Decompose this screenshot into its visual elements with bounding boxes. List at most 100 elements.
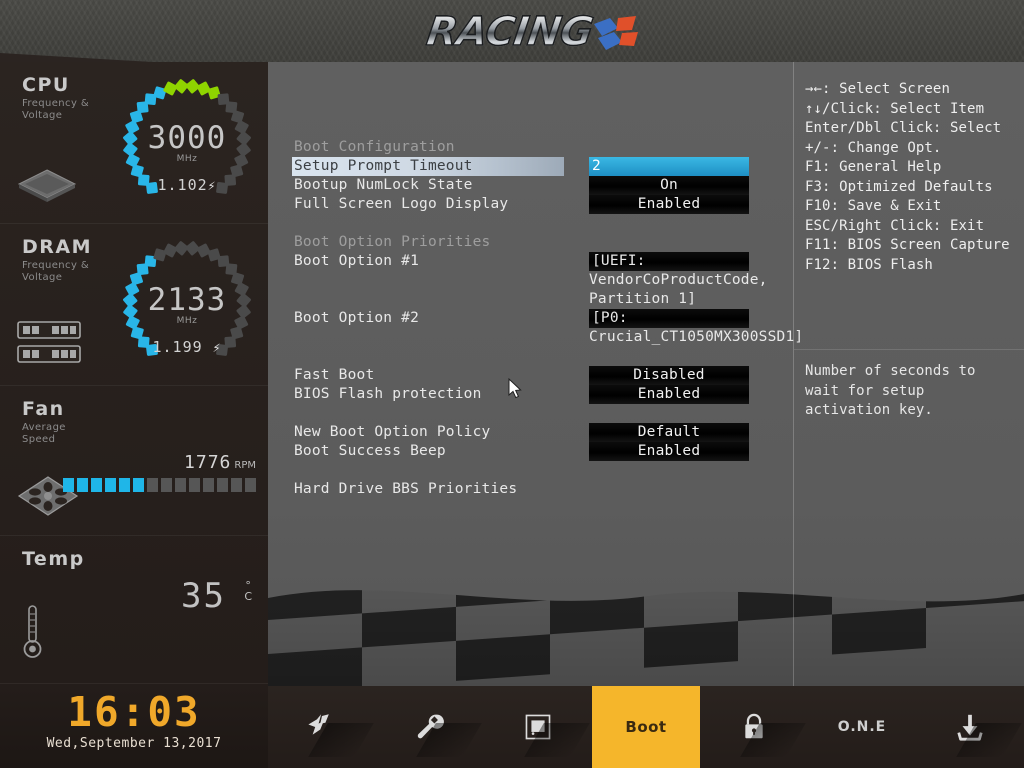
menu-section-header: Boot Option Priorities	[294, 234, 491, 250]
fan-subtitle-l1: Average	[22, 422, 66, 433]
dram-frequency-unit: MHz	[176, 316, 198, 326]
help-key-line: F3: Optimized Defaults	[805, 178, 993, 195]
help-key-line: F11: BIOS Screen Capture	[805, 237, 1010, 253]
menu-spacer	[292, 404, 592, 423]
fan-bar	[231, 478, 242, 492]
monitor-section-dram: DRAM Frequency & Voltage 2133 MHz 1.199 …	[0, 224, 268, 386]
menu-value-row: Disabled	[589, 366, 799, 385]
menu-value-row: On	[589, 176, 799, 195]
fan-subtitle-l2: Speed	[22, 434, 56, 445]
cpu-subtitle-l1: Frequency &	[22, 98, 90, 109]
menu-value-box[interactable]: Enabled	[589, 385, 749, 404]
nav-tab-one[interactable]: O.N.E	[808, 686, 916, 768]
nav-tab-boot[interactable]: Boot	[592, 686, 700, 768]
fan-bar	[105, 478, 116, 492]
cpu-title: CPU	[22, 74, 70, 96]
clock-date: Wed,September 13,2017	[46, 736, 222, 751]
dram-gauge: 2133 MHz 1.199 ⚡	[112, 230, 262, 380]
menu-item[interactable]: Boot Success Beep	[292, 442, 592, 461]
cpu-subtitle: Frequency & Voltage	[22, 98, 89, 122]
fan-bar	[119, 478, 130, 492]
menu-value-row: Enabled	[589, 442, 799, 461]
menu-value-text[interactable]: [P0:	[589, 309, 749, 328]
nav-tab-label: Boot	[625, 718, 667, 736]
fan-bar	[189, 478, 200, 492]
fan-bar	[63, 478, 74, 492]
menu-item[interactable]: New Boot Option Policy	[292, 423, 592, 442]
menu-item[interactable]: Setup Prompt Timeout	[292, 157, 564, 176]
monitor-section-cpu: CPU Frequency & Voltage 3000 MHz 1.102⚡	[0, 62, 268, 224]
boot-settings-values: 2 On Enabled [UEFI: VendorCoProductCode, Part…	[589, 138, 804, 499]
menu-value-text[interactable]: [UEFI:	[589, 252, 749, 271]
menu-value-row: [UEFI:	[589, 252, 799, 271]
menu-value-row	[589, 404, 799, 423]
help-key-line: F12: BIOS Flash	[805, 256, 933, 273]
help-description: Number of seconds to wait for setup activa…	[805, 362, 1017, 421]
nav-tab-chipset[interactable]	[484, 686, 592, 768]
fan-bar	[91, 478, 102, 492]
help-key-line: Enter/Dbl Click: Select	[805, 120, 1002, 136]
nav-tab-saveexit[interactable]	[916, 686, 1024, 768]
cpu-subtitle-l2: Voltage	[22, 110, 63, 121]
menu-value-text: Crucial_CT1050MX300SSD1]	[589, 329, 804, 345]
fan-bar	[245, 478, 256, 492]
cpu-chip-icon	[17, 169, 77, 202]
menu-value-row: Enabled	[589, 195, 799, 214]
fan-rpm-readout: 1776 RPM	[184, 452, 256, 473]
nav-tab-label: O.N.E	[837, 719, 887, 735]
cpu-gauge: 3000 MHz 1.102⚡	[112, 68, 262, 218]
menu-value-row	[589, 461, 799, 480]
help-key-line: +/-: Change Opt.	[805, 139, 942, 156]
fan-bar	[175, 478, 186, 492]
thermometer-icon	[23, 605, 42, 658]
menu-item[interactable]: Boot Option #2	[292, 309, 592, 328]
nav-tab-security[interactable]	[700, 686, 808, 768]
temp-value: 35	[181, 576, 226, 616]
menu-value-row: Crucial_CT1050MX300SSD1]	[589, 328, 804, 347]
menu-value-box[interactable]: On	[589, 176, 749, 195]
fan-speed-bargraph	[63, 478, 256, 492]
cpu-frequency-value: 3000	[147, 120, 227, 156]
fan-rpm-value: 1776	[184, 452, 232, 473]
menu-item[interactable]: Bootup NumLock State	[292, 176, 592, 195]
menu-item[interactable]: Full Screen Logo Display	[292, 195, 592, 214]
dram-frequency-value: 2133	[147, 282, 227, 318]
menu-value-box[interactable]: Disabled	[589, 366, 749, 385]
menu-spacer	[292, 461, 592, 480]
menu-value-text: Partition 1]	[589, 291, 697, 307]
menu-item[interactable]: Boot Option #1	[292, 252, 592, 271]
menu-item[interactable]: BIOS Flash protection	[292, 385, 592, 404]
fan-bar	[147, 478, 158, 492]
checkered-flag-icon	[305, 712, 339, 742]
fan-title: Fan	[22, 398, 65, 420]
menu-value-row	[589, 214, 799, 233]
temp-title: Temp	[22, 548, 85, 570]
menu-value-row	[589, 480, 799, 499]
menu-value-row: VendorCoProductCode,	[589, 271, 799, 290]
dram-title: DRAM	[22, 236, 93, 258]
menu-section-header: Boot Configuration	[294, 139, 455, 155]
menu-item[interactable]: Fast Boot	[292, 366, 592, 385]
menu-value-input-selected[interactable]: 2	[589, 157, 749, 176]
menu-value-box[interactable]: Enabled	[589, 195, 749, 214]
memory-module-icon	[17, 321, 81, 363]
menu-value-box[interactable]: Enabled	[589, 442, 749, 461]
logo-flag-icon	[594, 16, 638, 50]
help-key-line: ESC/Right Click: Exit	[805, 217, 985, 234]
menu-value-row: [P0:	[589, 309, 799, 328]
chip-square-icon	[524, 713, 552, 741]
menu-spacer	[292, 290, 592, 309]
cpu-voltage: 1.102⚡	[112, 176, 262, 194]
temp-unit: ° C	[244, 580, 252, 602]
menu-item[interactable]: Hard Drive BBS Priorities	[292, 480, 592, 499]
fan-subtitle: Average Speed	[22, 422, 66, 446]
menu-value-box[interactable]: Default	[589, 423, 749, 442]
nav-tab-advanced[interactable]	[376, 686, 484, 768]
help-panel-divider	[793, 62, 794, 686]
nav-tab-main[interactable]	[268, 686, 376, 768]
clock-panel: 16:03 Wed,September 13,2017	[0, 686, 268, 768]
fan-bar	[217, 478, 228, 492]
cpu-voltage-value: 1.102	[157, 176, 208, 194]
monitor-section-temp: Temp 35 ° C	[0, 536, 268, 684]
help-key-line: →←: Select Screen	[805, 81, 950, 97]
